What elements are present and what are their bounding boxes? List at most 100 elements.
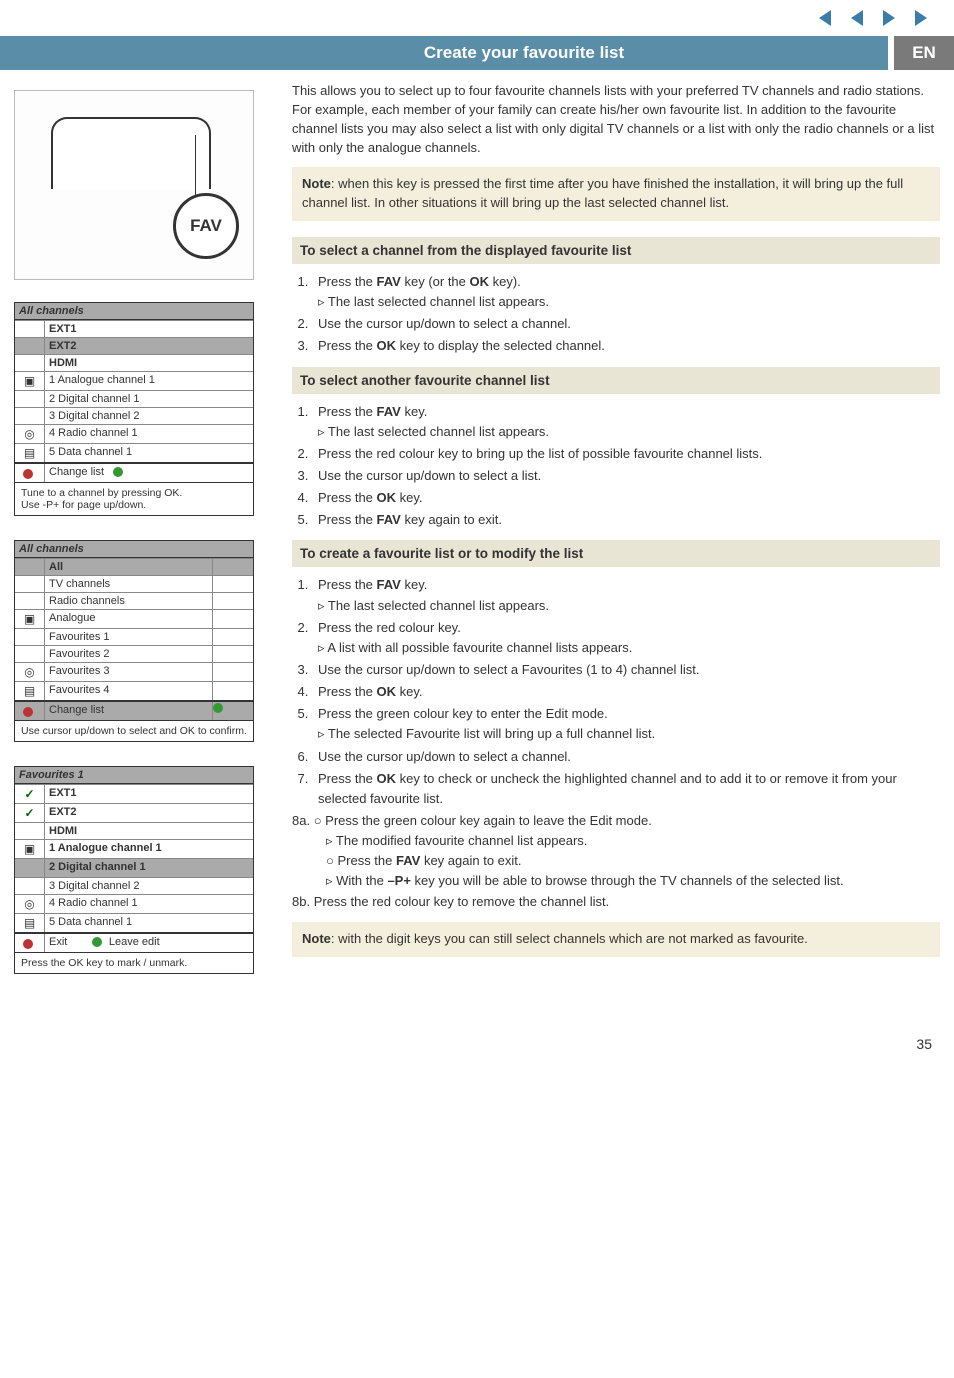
osd1-ext1: EXT1 [45, 321, 253, 337]
sec3-step3: Use the cursor up/down to select a Favou… [312, 660, 940, 680]
osd3-ext1: EXT1 [45, 785, 253, 803]
osd-all-channels: All channels EXT1 EXT2 HDMI ▣1 Analogue … [14, 302, 254, 516]
sec3-step1: Press the FAV key. The last selected cha… [312, 575, 940, 615]
tv-icon: ▣ [15, 610, 45, 628]
red-dot-icon [23, 939, 33, 949]
sec2-step3: Use the cursor up/down to select a list. [312, 466, 940, 486]
red-dot-icon [23, 707, 33, 717]
tv-icon: ▣ [15, 372, 45, 390]
sec3-step7: Press the OK key to check or uncheck the… [312, 769, 940, 809]
note-box-2: Note: with the digit keys you can still … [292, 922, 940, 957]
title-bar: Create your favourite list EN [0, 36, 954, 70]
osd3-ch4: 4 Radio channel 1 [45, 895, 253, 913]
osd3-ext2: EXT2 [45, 804, 253, 822]
sec3-8a-sub2: Press the FAV key again to exit. [326, 851, 940, 871]
sec2-step4: Press the OK key. [312, 488, 940, 508]
skip-fwd-icon[interactable] [915, 10, 927, 26]
note2-text: : with the digit keys you can still sele… [331, 931, 808, 946]
osd2-all: All [45, 559, 213, 575]
osd1-title: All channels [15, 303, 253, 320]
osd3-title: Favourites 1 [15, 767, 253, 784]
osd2-change: Change list [45, 702, 213, 720]
data-icon: ▤ [15, 444, 45, 462]
radio-icon: ◎ [15, 663, 45, 681]
osd1-ch1: 1 Analogue channel 1 [45, 372, 253, 390]
note1-label: Note [302, 176, 331, 191]
section1-steps: Press the FAV key (or the OK key). The l… [312, 272, 940, 357]
note2-label: Note [302, 931, 331, 946]
fav-key-callout: FAV [173, 193, 239, 259]
page-number: 35 [0, 1018, 954, 1062]
red-dot-icon [23, 469, 33, 479]
data-icon: ▤ [15, 682, 45, 700]
page-title: Create your favourite list [0, 36, 888, 70]
sec3-8a-sub1: The modified favourite channel list appe… [326, 831, 940, 851]
sec1-step3: Press the OK key to display the selected… [312, 336, 940, 356]
sec3-8a-sub3: With the –P+ key you will be able to bro… [326, 871, 940, 891]
note-box-1: Note: when this key is pressed the first… [292, 167, 940, 221]
sec1-step2: Use the cursor up/down to select a chann… [312, 314, 940, 334]
osd-list-picker: All channels All TV channels Radio chann… [14, 540, 254, 742]
osd1-hdmi: HDMI [45, 355, 253, 371]
data-icon: ▤ [15, 914, 45, 932]
osd3-ch1: 1 Analogue channel 1 [45, 840, 253, 858]
check-icon: ✓ [15, 785, 45, 803]
osd2-fav3: Favourites 3 [45, 663, 213, 681]
sec2-step1: Press the FAV key. The last selected cha… [312, 402, 940, 442]
language-badge: EN [894, 36, 954, 70]
osd1-ch5: 5 Data channel 1 [45, 444, 253, 462]
osd2-analogue: Analogue [45, 610, 213, 628]
sec2-step5: Press the FAV key again to exit. [312, 510, 940, 530]
sec3-step5-sub: The selected Favourite list will bring u… [318, 724, 940, 744]
sec1-step1: Press the FAV key (or the OK key). The l… [312, 272, 940, 312]
osd1-ch4: 4 Radio channel 1 [45, 425, 253, 443]
sec2-step1-sub: The last selected channel list appears. [318, 422, 940, 442]
sec2-step2: Press the red colour key to bring up the… [312, 444, 940, 464]
osd3-ch5: 5 Data channel 1 [45, 914, 253, 932]
tv-icon: ▣ [15, 840, 45, 858]
sec3-step8b: 8b. Press the red colour key to remove t… [292, 892, 940, 912]
sec3-step8a: 8a. Press the green colour key again to … [292, 811, 940, 892]
section2-heading: To select another favourite channel list [292, 367, 940, 394]
intro-text: This allows you to select up to four fav… [292, 82, 940, 157]
green-dot-icon [92, 937, 102, 947]
osd2-fav4: Favourites 4 [45, 682, 213, 700]
osd-favourites-edit: Favourites 1 ✓EXT1 ✓EXT2 HDMI ▣1 Analogu… [14, 766, 254, 974]
green-dot-icon [213, 703, 223, 713]
osd1-ext2: EXT2 [45, 338, 253, 354]
section3-steps: Press the FAV key. The last selected cha… [312, 575, 940, 809]
osd3-leave: Leave edit [109, 936, 160, 948]
playback-controls [0, 0, 954, 30]
green-dot-icon [113, 467, 123, 477]
osd2-radio: Radio channels [45, 593, 213, 609]
osd3-foot: Press the OK key to mark / unmark. [15, 952, 253, 973]
next-icon[interactable] [883, 10, 895, 26]
osd1-ch2: 2 Digital channel 1 [45, 391, 253, 407]
osd2-tv: TV channels [45, 576, 213, 592]
osd2-fav1: Favourites 1 [45, 629, 213, 645]
section1-heading: To select a channel from the displayed f… [292, 237, 940, 264]
sec3-step6: Use the cursor up/down to select a chann… [312, 747, 940, 767]
radio-icon: ◎ [15, 425, 45, 443]
osd2-title: All channels [15, 541, 253, 558]
sec3-step2-sub: A list with all possible favourite chann… [318, 638, 940, 658]
sec3-step2: Press the red colour key. A list with al… [312, 618, 940, 658]
radio-icon: ◎ [15, 895, 45, 913]
prev-icon[interactable] [851, 10, 863, 26]
note1-text: : when this key is pressed the first tim… [302, 176, 903, 210]
sec3-step5: Press the green colour key to enter the … [312, 704, 940, 744]
check-icon: ✓ [15, 804, 45, 822]
remote-illustration: • ⊞ ⊡ FAV FAV [14, 90, 254, 280]
osd3-hdmi: HDMI [45, 823, 253, 839]
osd2-fav2: Favourites 2 [45, 646, 213, 662]
skip-back-icon[interactable] [819, 10, 831, 26]
section2-steps: Press the FAV key. The last selected cha… [312, 402, 940, 531]
uncheck-icon: ✓ [15, 859, 45, 877]
osd3-ch2: 2 Digital channel 1 [45, 859, 253, 877]
sec3-step4: Press the OK key. [312, 682, 940, 702]
osd3-exit: Exit [49, 936, 67, 948]
osd3-ch3: 3 Digital channel 2 [45, 878, 253, 894]
osd1-foot: Tune to a channel by pressing OK. Use -P… [15, 482, 253, 515]
osd1-change: Change list [49, 466, 104, 478]
osd1-ch3: 3 Digital channel 2 [45, 408, 253, 424]
